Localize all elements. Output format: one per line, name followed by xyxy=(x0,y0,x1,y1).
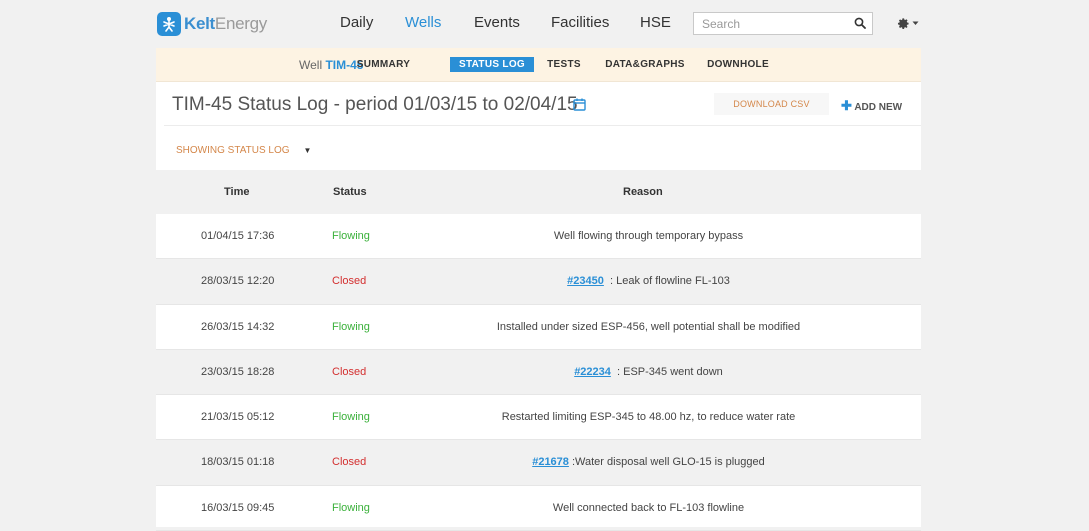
row-reason: Well connected back to FL-103 flowline xyxy=(552,501,745,514)
row-reason: Installed under sized ESP-456, well pote… xyxy=(496,320,801,333)
row-reason: Restarted limiting ESP-345 to 48.00 hz, … xyxy=(501,411,796,424)
event-link[interactable]: #21678 xyxy=(532,456,569,468)
nav-hse[interactable]: HSE xyxy=(640,14,671,31)
row-reason: #22234 : ESP-345 went down xyxy=(574,365,723,378)
row-time: 21/03/15 05:12 xyxy=(201,411,275,424)
table-row[interactable]: 23/03/15 18:28 Closed #22234 : ESP-345 w… xyxy=(156,349,921,396)
nav-daily[interactable]: Daily xyxy=(340,14,373,31)
gear-icon xyxy=(897,17,909,29)
table-row[interactable]: 26/03/15 14:32 Flowing Installed under s… xyxy=(156,305,921,350)
search-box xyxy=(693,12,873,35)
row-status: Closed xyxy=(332,365,367,378)
row-status: Closed xyxy=(332,456,367,469)
column-header-reason[interactable]: Reason xyxy=(623,186,663,198)
table-row[interactable]: 16/03/15 09:45 Flowing Well connected ba… xyxy=(156,486,921,531)
column-header-status[interactable]: Status xyxy=(333,186,367,198)
top-bar: KeltEnergy Daily Wells Events Facilities… xyxy=(0,0,1089,47)
table-row[interactable]: 18/03/15 01:18 Closed #21678 :Water disp… xyxy=(156,440,921,486)
row-status: Flowing xyxy=(332,411,370,424)
kelt-logo-icon xyxy=(157,12,181,36)
nav-wells[interactable]: Wells xyxy=(405,14,441,31)
add-new-button[interactable]: ✚ ADD NEW xyxy=(841,98,902,114)
row-status: Flowing xyxy=(332,230,370,242)
tab-downhole[interactable]: DOWNHOLE xyxy=(705,57,771,72)
event-link[interactable]: #23450 xyxy=(567,275,604,287)
divider xyxy=(164,125,921,126)
column-header-time[interactable]: Time xyxy=(224,186,249,198)
calendar-icon[interactable] xyxy=(573,98,586,111)
row-reason: #23450 : Leak of flowline FL-103 xyxy=(567,275,730,288)
row-time: 16/03/15 09:45 xyxy=(201,501,275,514)
chevron-down-icon xyxy=(912,21,919,25)
main-panel: Well TIM-45 SUMMARY STATUS LOG TESTS DAT… xyxy=(156,48,921,531)
well-subnav: Well TIM-45 SUMMARY STATUS LOG TESTS DAT… xyxy=(156,48,921,82)
page-title: TIM-45 Status Log - period 01/03/15 to 0… xyxy=(172,94,578,115)
log-filter-dropdown[interactable]: SHOWING STATUS LOG ▼ xyxy=(176,145,311,156)
tab-tests[interactable]: TESTS xyxy=(542,57,586,72)
download-csv-button[interactable]: DOWNLOAD CSV xyxy=(714,93,829,115)
row-status: Closed xyxy=(332,275,367,288)
row-reason: #21678 :Water disposal well GLO-15 is pl… xyxy=(532,456,765,469)
search-icon[interactable] xyxy=(854,17,866,29)
tab-data-graphs[interactable]: DATA&GRAPHS xyxy=(603,57,687,72)
settings-menu[interactable] xyxy=(897,15,919,31)
brand-name: KeltEnergy xyxy=(184,14,267,33)
row-reason: Well flowing through temporary bypass xyxy=(553,230,744,242)
row-time: 23/03/15 18:28 xyxy=(201,365,275,378)
search-input[interactable] xyxy=(694,13,844,34)
row-status: Flowing xyxy=(332,501,370,514)
row-time: 18/03/15 01:18 xyxy=(201,456,275,469)
row-time: 01/04/15 17:36 xyxy=(201,230,275,242)
nav-events[interactable]: Events xyxy=(474,14,520,31)
row-time: 28/03/15 12:20 xyxy=(201,275,275,288)
nav-facilities[interactable]: Facilities xyxy=(551,14,609,31)
status-log-table: 01/04/15 17:36 Flowing Well flowing thro… xyxy=(156,214,921,531)
row-status: Flowing xyxy=(332,320,370,333)
brand-logo[interactable]: KeltEnergy xyxy=(157,11,267,37)
table-row[interactable]: 21/03/15 05:12 Flowing Restarted limitin… xyxy=(156,395,921,441)
tab-status-log[interactable]: STATUS LOG xyxy=(450,57,534,72)
table-row[interactable]: 28/03/15 12:20 Closed #23450 : Leak of f… xyxy=(156,259,921,305)
tab-summary[interactable]: SUMMARY xyxy=(350,57,417,72)
plus-icon: ✚ xyxy=(841,98,852,113)
event-link[interactable]: #22234 xyxy=(574,366,611,378)
caret-down-icon: ▼ xyxy=(303,146,312,155)
table-header: Time Status Reason xyxy=(156,170,921,214)
table-row[interactable]: 01/04/15 17:36 Flowing Well flowing thro… xyxy=(156,214,921,260)
row-time: 26/03/15 14:32 xyxy=(201,320,275,333)
